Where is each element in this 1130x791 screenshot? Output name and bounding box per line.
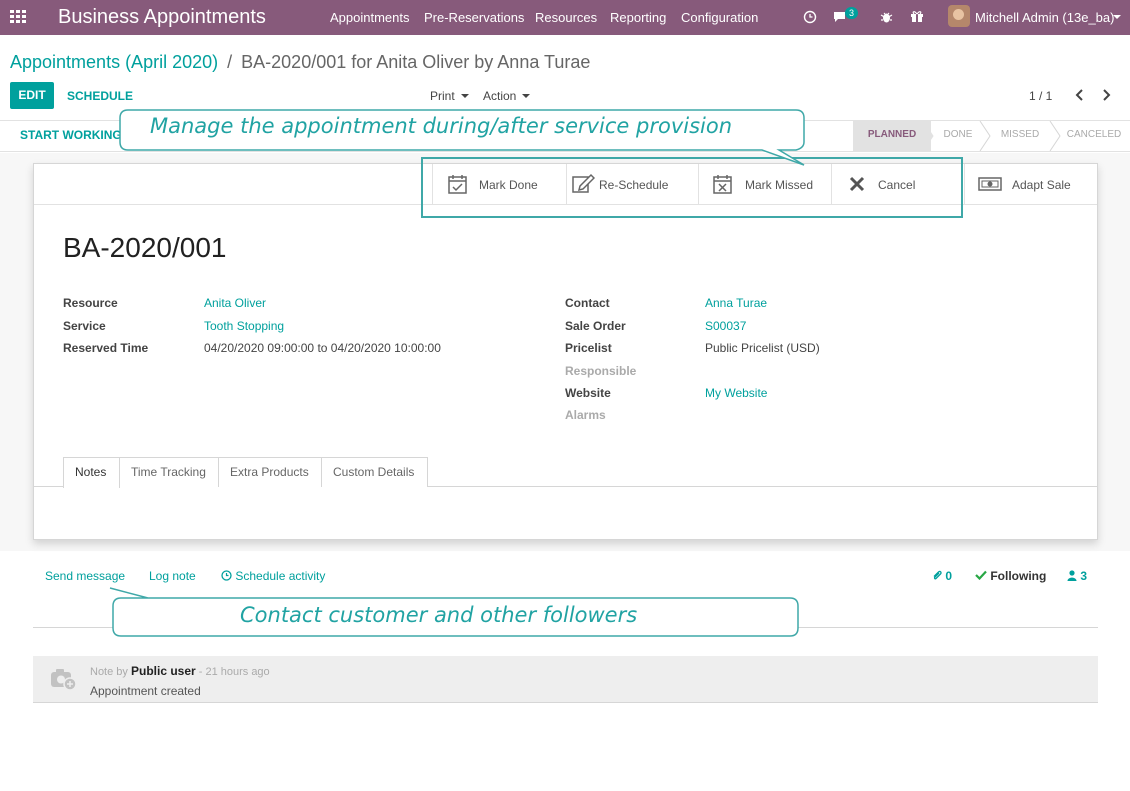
attachments-button[interactable]: 0 [932, 569, 952, 583]
following-button[interactable]: Following [975, 569, 1046, 583]
service-label: Service [63, 319, 106, 333]
followers-button[interactable]: 3 [1067, 569, 1087, 583]
print-dropdown[interactable]: Print [430, 89, 469, 103]
camera-avatar-icon [51, 669, 77, 691]
resource-value[interactable]: Anita Oliver [204, 296, 266, 310]
messages-count-badge: 3 [845, 7, 859, 19]
service-value[interactable]: Tooth Stopping [204, 319, 284, 333]
edit-button[interactable]: EDIT [10, 82, 54, 109]
adapt-sale-label: Adapt Sale [1012, 178, 1071, 192]
tab-custom-details[interactable]: Custom Details [321, 457, 428, 487]
sale-order-label: Sale Order [565, 319, 626, 333]
action-dropdown[interactable]: Action [483, 89, 531, 103]
breadcrumb-current: BA-2020/001 for Anita Oliver by Anna Tur… [241, 52, 591, 72]
print-label: Print [430, 89, 455, 103]
pricelist-value: Public Pricelist (USD) [705, 341, 820, 355]
attachments-count: 0 [945, 569, 953, 583]
responsible-label: Responsible [565, 364, 637, 378]
app-brand[interactable]: Business Appointments [58, 6, 266, 29]
message-prefix: Note by [90, 666, 128, 678]
print-caret-icon [460, 94, 469, 98]
sale-order-value[interactable]: S00037 [705, 319, 746, 333]
menu-pre-reservations[interactable]: Pre-Reservations [424, 10, 524, 25]
callout-manage-appointment: Manage the appointment during/after serv… [150, 114, 733, 138]
message-body: Appointment created [90, 684, 201, 698]
breadcrumb-parent[interactable]: Appointments (April 2020) [10, 52, 218, 72]
adapt-sale-button[interactable]: Adapt Sale [964, 164, 1097, 204]
pager-next-chevron-icon[interactable] [1101, 89, 1111, 101]
message-meta: Note by Public user - 21 hours ago [90, 664, 270, 678]
record-title: BA-2020/001 [63, 232, 227, 263]
tab-notes[interactable]: Notes [63, 457, 120, 488]
reserved-time-label: Reserved Time [63, 341, 149, 355]
log-note-button[interactable]: Log note [149, 569, 196, 583]
tab-time-tracking[interactable]: Time Tracking [119, 457, 219, 487]
pager-value: 1 / 1 [1029, 89, 1053, 103]
message-time: - 21 hours ago [198, 666, 270, 678]
paperclip-icon [933, 570, 942, 580]
pricelist-label: Pricelist [565, 341, 612, 355]
tab-extra-products[interactable]: Extra Products [218, 457, 322, 487]
resource-label: Resource [63, 296, 118, 310]
breadcrumb: Appointments (April 2020) / BA-2020/001 … [10, 52, 590, 73]
menu-configuration[interactable]: Configuration [681, 10, 758, 25]
breadcrumb-separator: / [227, 52, 233, 72]
contact-value[interactable]: Anna Turae [705, 296, 767, 310]
website-label: Website [565, 386, 611, 400]
schedule-button[interactable]: SCHEDULE [67, 89, 133, 103]
reserved-time-value: 04/20/2020 09:00:00 to 04/20/2020 10:00:… [204, 341, 441, 355]
action-label: Action [483, 89, 517, 103]
menu-appointments[interactable]: Appointments [330, 10, 410, 25]
menu-reporting[interactable]: Reporting [610, 10, 666, 25]
top-navbar: Business Appointments Appointments Pre-R… [0, 0, 1130, 35]
button-box-highlight [421, 157, 963, 218]
apps-menu-icon[interactable] [10, 10, 26, 24]
contact-label: Contact [565, 296, 610, 310]
user-menu[interactable]: Mitchell Admin (13e_ba) [975, 10, 1114, 25]
callout-contact-followers: Contact customer and other followers [240, 603, 638, 627]
action-caret-icon [522, 94, 531, 98]
user-menu-chevron-down-icon[interactable] [1113, 15, 1121, 19]
debug-bug-icon[interactable] [880, 10, 893, 24]
send-message-button[interactable]: Send message [45, 569, 125, 583]
gift-icon[interactable] [910, 9, 924, 23]
user-avatar[interactable] [948, 5, 970, 27]
website-value[interactable]: My Website [705, 386, 767, 400]
followers-count: 3 [1080, 569, 1088, 583]
activity-clock-icon[interactable] [803, 10, 817, 24]
chatter-message: Note by Public user - 21 hours ago Appoi… [33, 656, 1098, 703]
following-label: Following [990, 569, 1047, 583]
schedule-activity-label: Schedule activity [235, 569, 326, 583]
clock-icon [221, 570, 232, 581]
money-icon [978, 177, 1002, 191]
alarms-label: Alarms [565, 408, 606, 422]
schedule-activity-button[interactable]: Schedule activity [221, 569, 325, 583]
user-icon [1067, 570, 1077, 581]
check-icon [975, 570, 987, 581]
message-author[interactable]: Public user [131, 664, 196, 678]
pager-previous-chevron-icon[interactable] [1075, 89, 1085, 101]
menu-resources[interactable]: Resources [535, 10, 597, 25]
chatter-divider [33, 627, 1098, 628]
